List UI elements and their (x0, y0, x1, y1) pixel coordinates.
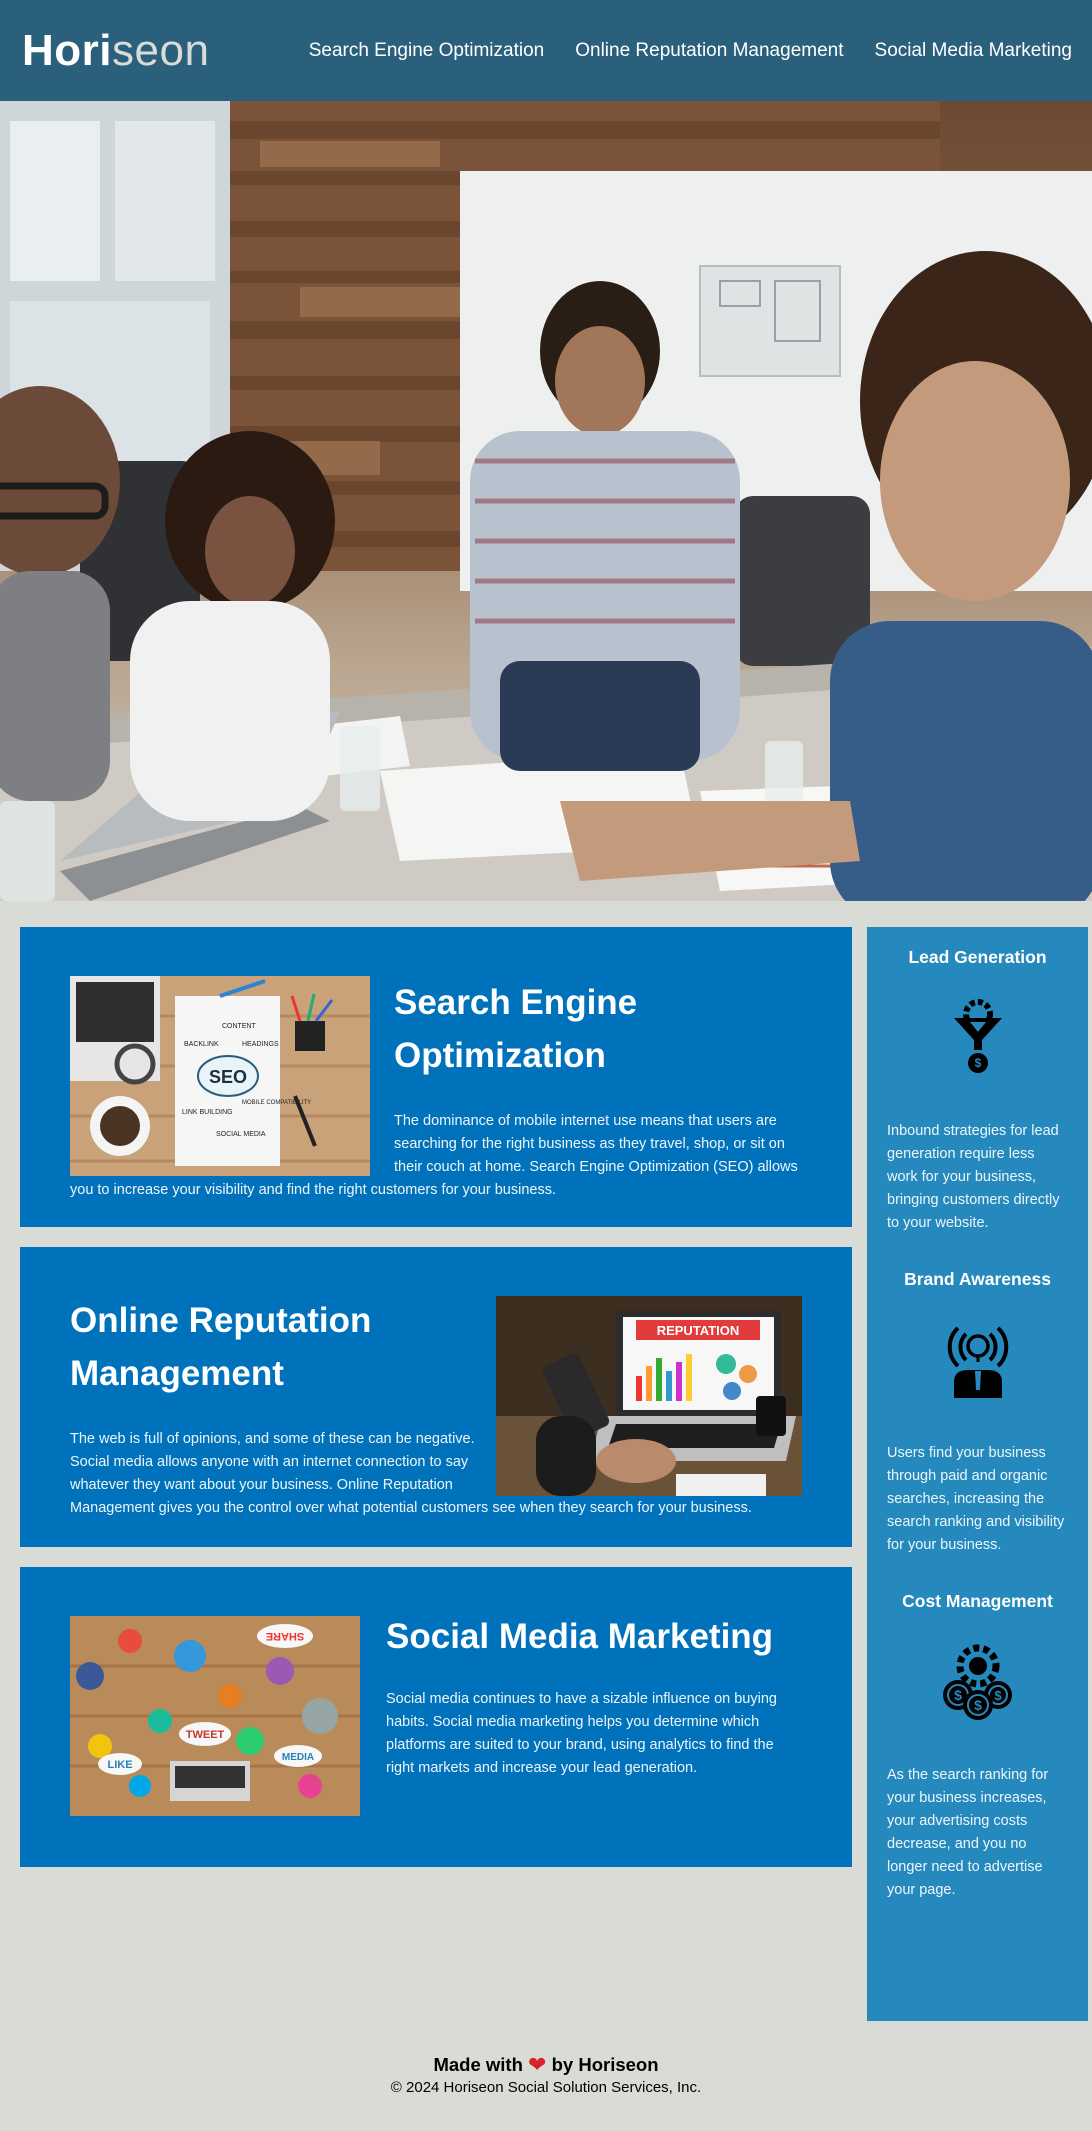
benefit-brand-text: Users find your business through paid an… (887, 1445, 1065, 1553)
site-footer: Made with ❤ by Horiseon © 2024 Horiseon … (0, 2053, 1092, 2099)
nav-link-orm[interactable]: Online Reputation Management (575, 40, 843, 62)
benefit-brand-title: Brand Awareness (904, 1269, 1051, 1289)
seo-image-word: HEADINGS (242, 1041, 279, 1048)
nav-link-seo[interactable]: Search Engine Optimization (309, 40, 545, 62)
card-orm: REPUTATION Online Reputation Management … (20, 1247, 852, 1547)
orm-image: REPUTATION (496, 1296, 802, 1496)
benefit-lead-text: Inbound strategies for lead generation r… (887, 1123, 1060, 1231)
footer-copyright: © 2024 Horiseon Social Solution Services… (390, 2079, 702, 2096)
logo[interactable]: Horiseon (22, 26, 209, 76)
smm-image-word: TWEET (186, 1729, 225, 1741)
heart-icon: ❤ (528, 2052, 547, 2077)
benefit-cost-text: As the search ranking for your business … (887, 1767, 1049, 1898)
seo-image-word: SEO (209, 1067, 247, 1087)
card-smm: SHARE TWEET LIKE MEDIA Social Media Mark… (20, 1567, 852, 1867)
benefit-cost-title: Cost Management (902, 1591, 1053, 1611)
svg-text:$: $ (974, 1056, 981, 1070)
seo-image-word: LINK BUILDING (182, 1109, 233, 1116)
seo-image: SEO BACKLINK CONTENT HEADINGS LINK BUILD… (70, 976, 370, 1176)
smm-image-word: MEDIA (282, 1752, 314, 1763)
svg-text:$: $ (994, 1688, 1002, 1703)
benefit-lead-generation: Lead Generation $ Inbound strategies for… (887, 947, 1068, 1235)
svg-text:$: $ (974, 1697, 982, 1713)
benefit-brand-awareness: Brand Awareness Users find your business… (887, 1269, 1068, 1557)
main-nav: Search Engine Optimization Online Reputa… (309, 40, 1072, 62)
gear-coins-icon: $ $ $ (887, 1640, 1068, 1720)
smm-image-word: LIKE (107, 1759, 132, 1771)
svg-text:$: $ (954, 1687, 962, 1703)
hero-illustration (0, 101, 1092, 901)
site-header: Horiseon Search Engine Optimization Onli… (0, 0, 1092, 101)
seo-image-word: SOCIAL MEDIA (216, 1131, 266, 1138)
orm-image-word: REPUTATION (657, 1323, 740, 1338)
broadcasting-person-icon (887, 1318, 1068, 1398)
card-seo: SEO BACKLINK CONTENT HEADINGS LINK BUILD… (20, 927, 852, 1227)
footer-made-with: Made with ❤ by Horiseon (433, 2052, 659, 2077)
benefits-sidebar: Lead Generation $ Inbound strategies for… (867, 927, 1088, 2021)
seo-image-word: CONTENT (222, 1023, 257, 1030)
smm-image: SHARE TWEET LIKE MEDIA (70, 1616, 360, 1816)
content-area: SEO BACKLINK CONTENT HEADINGS LINK BUILD… (20, 927, 852, 1867)
funnel-gear-dollar-icon: $ (887, 996, 1068, 1076)
benefit-lead-title: Lead Generation (908, 947, 1047, 967)
smm-image-word: SHARE (266, 1630, 305, 1642)
seo-image-word: BACKLINK (184, 1041, 219, 1048)
hero-image (0, 101, 1092, 901)
nav-link-smm[interactable]: Social Media Marketing (875, 40, 1072, 62)
benefit-cost-management: Cost Management $ $ $ As the search rank… (887, 1591, 1068, 1902)
logo-accent: seon (112, 25, 210, 75)
